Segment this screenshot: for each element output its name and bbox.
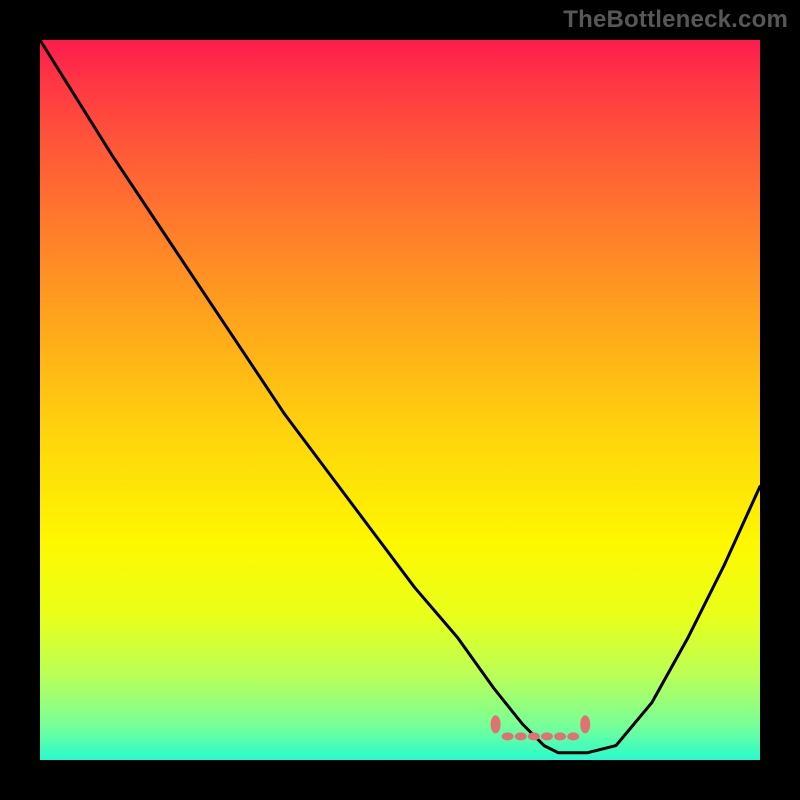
optimal-range-marker [491,715,591,740]
plot-area [40,40,760,760]
watermark-text: TheBottleneck.com [563,6,788,34]
bottleneck-curve [40,40,760,753]
chart-frame: TheBottleneck.com [0,0,800,800]
curve-layer [40,40,760,760]
